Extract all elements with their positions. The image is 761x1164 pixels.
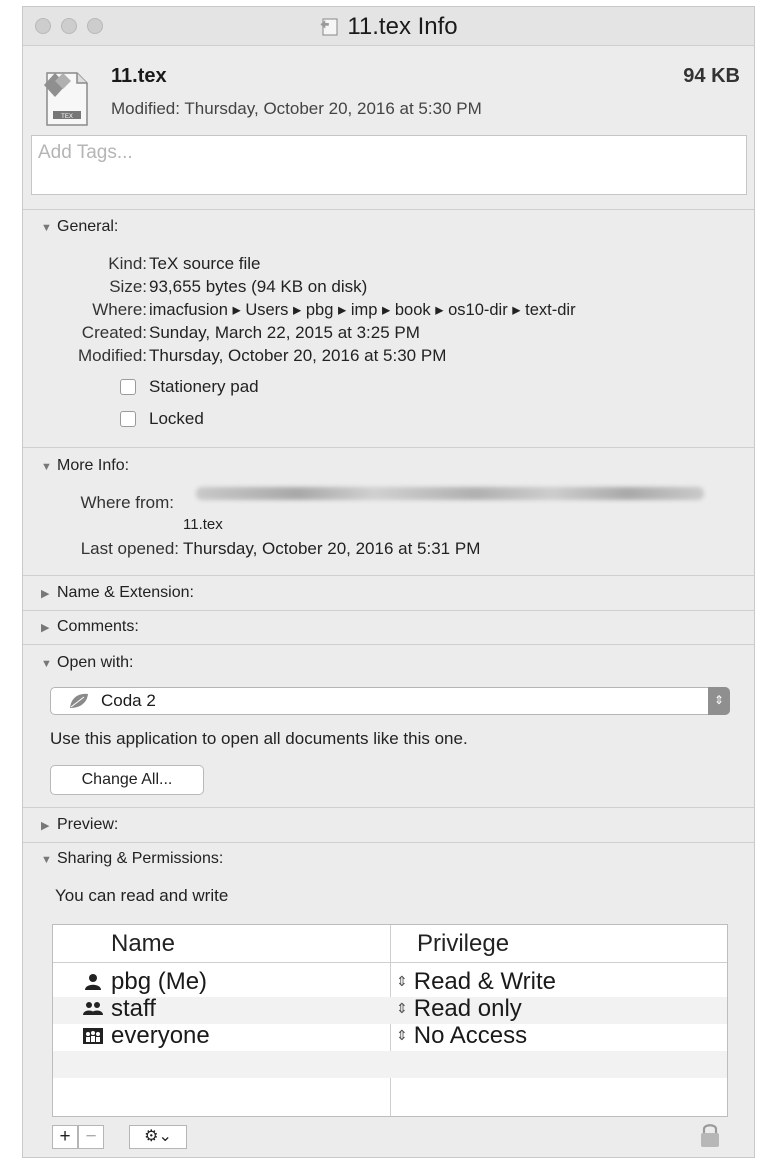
section-name-extension-toggle[interactable]: ▶ Name & Extension: [41, 584, 194, 602]
section-comments-toggle[interactable]: ▶ Comments: [41, 618, 139, 636]
tex-file-icon: TEX [44, 72, 88, 126]
add-user-button[interactable]: + [52, 1125, 78, 1149]
where-from-file: 11.tex [183, 516, 223, 533]
sharing-summary: You can read and write [55, 886, 229, 905]
divider [23, 209, 754, 210]
stationery-pad-checkbox[interactable] [120, 379, 136, 395]
disclosure-closed-icon: ▶ [41, 588, 50, 600]
last-opened-value: Thursday, October 20, 2016 at 5:31 PM [183, 539, 481, 558]
document-icon [320, 18, 338, 36]
modified-label: Modified: [78, 346, 147, 365]
privilege-select[interactable]: ⇕ Read only [396, 995, 522, 1023]
where-path: imacfusion ▸ Users ▸ pbg ▸ imp ▸ book ▸ … [149, 301, 576, 319]
coda-leaf-icon [70, 693, 88, 708]
user-name: staff [111, 995, 156, 1022]
divider [23, 575, 754, 576]
info-window: 11.tex Info TEX 11.tex 94 KB Modified: T… [22, 6, 755, 1158]
divider [23, 447, 754, 448]
updown-arrows-icon: ⇕ [396, 1000, 408, 1016]
privilege-select[interactable]: ⇕ No Access [396, 1022, 527, 1050]
size-value: 93,655 bytes (94 KB on disk) [149, 277, 368, 296]
gear-icon: ⚙⌄ [144, 1128, 172, 1145]
created-label: Created: [81, 323, 147, 342]
selected-app-name: Coda 2 [101, 691, 156, 710]
modified-value: Thursday, October 20, 2016 at 5:30 PM [149, 346, 447, 365]
section-general-toggle[interactable]: ▼ General: [41, 218, 118, 236]
lock-icon[interactable] [699, 1122, 721, 1148]
window-title: 11.tex Info [347, 13, 458, 40]
kind-value: TeX source file [149, 254, 261, 273]
where-from-label: Where from: [80, 493, 174, 512]
tags-field[interactable]: Add Tags... [31, 135, 747, 195]
user-name: everyone [111, 1022, 210, 1049]
disclosure-closed-icon: ▶ [41, 622, 50, 634]
change-all-button[interactable]: Change All... [50, 765, 204, 795]
table-row [53, 1051, 727, 1078]
table-row [53, 1078, 727, 1105]
group-icon [83, 1002, 103, 1015]
disclosure-open-icon: ▼ [41, 222, 52, 234]
file-size: 94 KB [683, 65, 740, 87]
divider [23, 807, 754, 808]
disclosure-closed-icon: ▶ [41, 820, 50, 832]
updown-arrows-icon: ⇕ [708, 687, 730, 715]
disclosure-open-icon: ▼ [41, 854, 52, 866]
section-preview-toggle[interactable]: ▶ Preview: [41, 816, 118, 834]
section-open-with-toggle[interactable]: ▼ Open with: [41, 654, 133, 672]
divider [23, 644, 754, 645]
remove-user-button[interactable]: − [78, 1125, 104, 1149]
kind-label: Kind: [108, 254, 147, 273]
disclosure-open-icon: ▼ [41, 461, 52, 473]
single-user-icon [85, 974, 101, 990]
file-name: 11.tex [111, 65, 167, 87]
section-sharing-toggle[interactable]: ▼ Sharing & Permissions: [41, 850, 223, 868]
redacted-url [196, 487, 704, 500]
locked-label: Locked [149, 409, 204, 428]
section-more-info-toggle[interactable]: ▼ More Info: [41, 457, 129, 475]
where-label: Where: [92, 300, 147, 319]
updown-arrows-icon: ⇕ [396, 1027, 408, 1043]
table-row[interactable]: staff ⇕ Read only [53, 995, 727, 1024]
privilege-select[interactable]: ⇕ Read & Write [396, 968, 556, 996]
divider [23, 842, 754, 843]
disclosure-open-icon: ▼ [41, 658, 52, 670]
last-opened-label: Last opened: [80, 539, 179, 558]
permissions-table: Name Privilege pbg (Me) ⇕ Read & Write st… [52, 924, 728, 1117]
table-row[interactable]: pbg (Me) ⇕ Read & Write [53, 968, 727, 997]
action-gear-menu-button[interactable]: ⚙⌄ [129, 1125, 187, 1149]
size-label: Size: [109, 277, 147, 296]
open-with-app-select[interactable]: Coda 2 ⇕ [50, 687, 730, 715]
everyone-icon [83, 1028, 103, 1044]
open-with-description: Use this application to open all documen… [50, 729, 468, 748]
updown-arrows-icon: ⇕ [396, 973, 408, 989]
stationery-pad-label: Stationery pad [149, 377, 259, 396]
column-header-name[interactable]: Name [111, 925, 175, 962]
table-row[interactable]: everyone ⇕ No Access [53, 1022, 727, 1051]
column-header-privilege[interactable]: Privilege [417, 925, 509, 962]
svg-text:TEX: TEX [61, 114, 73, 120]
file-header: TEX 11.tex 94 KB Modified: Thursday, Oct… [23, 45, 754, 137]
divider [23, 610, 754, 611]
title-bar: 11.tex Info [23, 7, 754, 46]
user-name: pbg (Me) [111, 968, 208, 995]
file-modified: Modified: Thursday, October 20, 2016 at … [111, 99, 482, 118]
created-value: Sunday, March 22, 2015 at 3:25 PM [149, 323, 420, 342]
locked-checkbox[interactable] [120, 411, 136, 427]
